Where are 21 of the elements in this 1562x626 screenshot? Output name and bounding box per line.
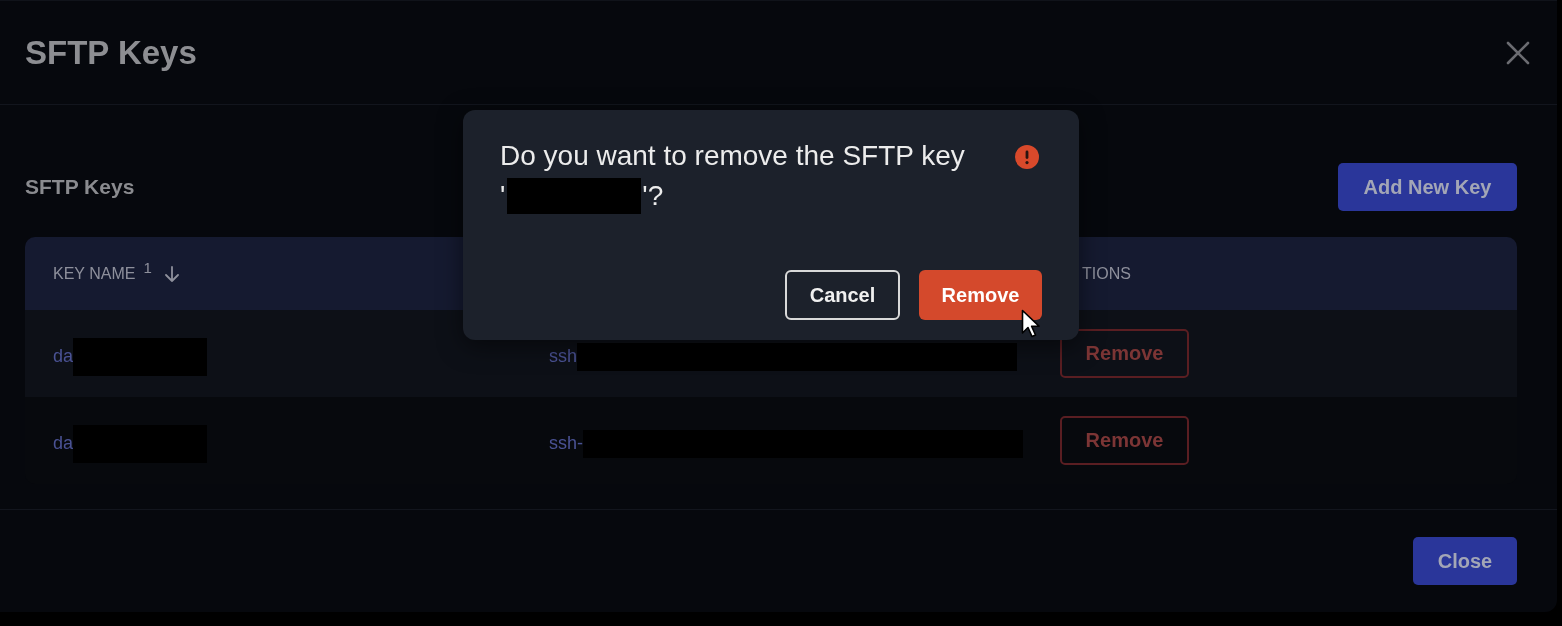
- remove-button[interactable]: Remove: [919, 270, 1042, 320]
- key-name-link[interactable]: da: [53, 346, 74, 367]
- quote-mark: ': [500, 180, 506, 212]
- public-key-text: ssh: [549, 346, 577, 367]
- close-button[interactable]: Close: [1413, 537, 1517, 585]
- remove-button[interactable]: Remove: [1060, 416, 1189, 465]
- arrow-down-icon[interactable]: [163, 265, 180, 282]
- dialog-message: Do you want to remove the SFTP key: [500, 139, 965, 173]
- sort-rank: 1: [143, 258, 152, 276]
- section-title: SFTP Keys: [25, 175, 135, 199]
- column-header: TIONS: [1082, 264, 1131, 283]
- public-key-text: ssh-: [549, 433, 583, 454]
- cancel-button[interactable]: Cancel: [785, 270, 900, 320]
- message-end: '?: [642, 180, 664, 212]
- cursor-icon: [1021, 309, 1041, 339]
- close-icon: [1506, 40, 1530, 65]
- column-header[interactable]: KEY NAME: [53, 264, 136, 283]
- close-button[interactable]: [1506, 40, 1530, 65]
- modal-title: SFTP Keys: [25, 33, 197, 72]
- key-name-link[interactable]: da: [53, 433, 74, 454]
- add-key-button[interactable]: Add New Key: [1338, 163, 1517, 211]
